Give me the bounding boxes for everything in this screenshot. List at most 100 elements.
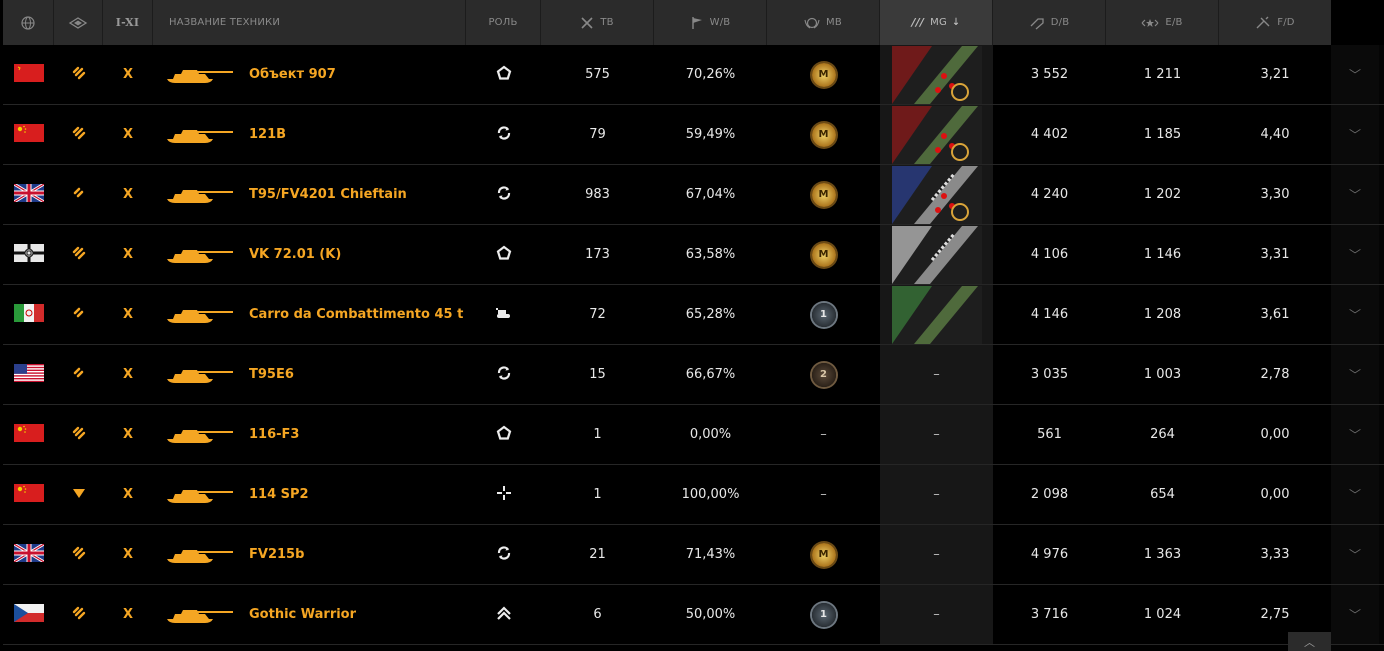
expand-row-button[interactable]: ﹀: [1331, 45, 1379, 104]
tier-column-header[interactable]: I-XI: [103, 0, 153, 45]
vehicle-name[interactable]: Gothic Warrior: [249, 607, 356, 622]
expand-row-button[interactable]: ﹀: [1331, 285, 1379, 344]
tank-silhouette-icon: [165, 605, 249, 625]
tier-cell: X: [122, 367, 134, 382]
nation-cell: [3, 345, 54, 404]
battles-cell: 79: [589, 127, 606, 142]
role-column-header[interactable]: РОЛЬ: [466, 0, 541, 45]
mg-empty: –: [933, 427, 940, 442]
chevron-down-icon: ﹀: [1348, 368, 1361, 382]
role-cell: [466, 45, 541, 104]
winrate-column-header[interactable]: W/B: [654, 0, 767, 45]
expand-row-button[interactable]: ﹀: [1331, 105, 1379, 164]
marks-of-gun-cell: –: [880, 345, 993, 404]
exp-cell: 264: [1150, 427, 1175, 442]
role-cell: [466, 225, 541, 284]
vehicle-name[interactable]: 116-F3: [249, 427, 299, 442]
vehicle-name[interactable]: 121B: [249, 127, 286, 142]
italy-flag-icon: [13, 303, 44, 326]
marks-of-gun-image: [891, 105, 982, 164]
pentagon-role-icon: [496, 425, 512, 445]
nation-column-header[interactable]: [3, 0, 54, 45]
damage-cell: 4 402: [1030, 127, 1069, 142]
exp-cell: 1 202: [1143, 187, 1182, 202]
expand-row-button[interactable]: ﹀: [1331, 465, 1379, 524]
table-row[interactable]: X Объект 907 575 70,26% M 3 552 1 211 3,21 ﹀: [3, 45, 1384, 105]
tank-silhouette-icon: [165, 125, 249, 145]
tank-silhouette-icon: [165, 485, 249, 505]
table-row[interactable]: X 114 SP2 1 100,00% – – 2 098 654 0,00 ﹀: [3, 465, 1384, 525]
table-row[interactable]: X FV215b 21 71,43% M – 4 976 1 363 3,33 ﹀: [3, 525, 1384, 585]
vehicle-name-cell[interactable]: Объект 907: [153, 45, 466, 104]
tank-silhouette-icon: [165, 65, 249, 85]
chevron-down-icon: ﹀: [1348, 488, 1361, 502]
name-column-header[interactable]: НАЗВАНИЕ ТЕХНИКИ: [153, 0, 466, 45]
frags-header-label: F/D: [1277, 17, 1295, 28]
table-row[interactable]: X Gothic Warrior 6 50,00% 1–3 716 1 024 2,75 ﹀: [3, 585, 1384, 645]
vehicle-name-cell[interactable]: Carro da Combattimento 45 t: [153, 285, 466, 344]
medium-tank-icon: [71, 185, 87, 205]
expand-row-button[interactable]: ﹀: [1331, 405, 1379, 464]
table-row[interactable]: X T95E6 15 66,67% 2 – 3 035 1 003 2,78 ﹀: [3, 345, 1384, 405]
vehicle-name[interactable]: 114 SP2: [249, 487, 309, 502]
exp-column-header[interactable]: E/B: [1106, 0, 1219, 45]
mastery-cell: M: [767, 105, 880, 164]
vehicle-name[interactable]: Carro da Combattimento 45 t: [249, 307, 463, 322]
expand-row-button[interactable]: ﹀: [1331, 165, 1379, 224]
exp-cell: 1 003: [1143, 367, 1182, 382]
vehicle-name-cell[interactable]: 121B: [153, 105, 466, 164]
expand-row-button[interactable]: ﹀: [1331, 345, 1379, 404]
uk-flag-icon: [12, 182, 45, 206]
vehicle-name-cell[interactable]: VK 72.01 (K): [153, 225, 466, 284]
marks-of-gun-image: [891, 165, 982, 224]
type-cell: [54, 465, 103, 524]
vehicle-name-cell[interactable]: FV215b: [153, 525, 466, 584]
exp-cell: 1 185: [1143, 127, 1182, 142]
mg-header-label: MG: [930, 17, 947, 28]
mastery-cell: –: [767, 405, 880, 464]
frags-cell: 2,78: [1260, 367, 1290, 382]
mastery-cell: 1: [767, 285, 880, 344]
winrate-cell: 59,49%: [685, 127, 736, 142]
battles-cell: 575: [585, 67, 610, 82]
scroll-to-top-button[interactable]: ︿: [1288, 632, 1331, 651]
frags-column-header[interactable]: F/D: [1219, 0, 1331, 45]
marks-of-gun-image: [891, 285, 982, 344]
mastery-header-label: MB: [826, 17, 842, 28]
vehicle-name[interactable]: Объект 907: [249, 67, 336, 82]
vehicle-name-cell[interactable]: 116-F3: [153, 405, 466, 464]
mastery-cell: M: [767, 165, 880, 224]
mastery-column-header[interactable]: MB: [767, 0, 880, 45]
vehicle-name-cell[interactable]: Gothic Warrior: [153, 585, 466, 644]
vehicle-name[interactable]: FV215b: [249, 547, 304, 562]
battles-cell: 983: [585, 187, 610, 202]
table-row[interactable]: X VK 72.01 (K) 173 63,58% M 4 106 1 146 3,31 ﹀: [3, 225, 1384, 285]
table-row[interactable]: X T95/FV4201 Chieftain 983 67,04% M 4 240 1 20…: [3, 165, 1384, 225]
china-flag-icon: [13, 423, 44, 446]
vehicle-name-cell[interactable]: T95/FV4201 Chieftain: [153, 165, 466, 224]
type-column-header[interactable]: [54, 0, 103, 45]
mastery-cell: –: [767, 465, 880, 524]
expand-row-button[interactable]: ﹀: [1331, 225, 1379, 284]
type-cell: [54, 345, 103, 404]
vehicle-name-cell[interactable]: T95E6: [153, 345, 466, 404]
vehicle-name[interactable]: T95/FV4201 Chieftain: [249, 187, 407, 202]
damage-cell: 3 552: [1030, 67, 1069, 82]
nation-cell: [3, 405, 54, 464]
nation-cell: [3, 165, 54, 224]
expand-row-button[interactable]: ﹀: [1331, 525, 1379, 584]
vehicle-name[interactable]: VK 72.01 (K): [249, 247, 341, 262]
vehicle-name-cell[interactable]: 114 SP2: [153, 465, 466, 524]
table-row[interactable]: X Carro da Combattimento 45 t 72 65,28% 1 4 1…: [3, 285, 1384, 345]
table-row[interactable]: X 121B 79 59,49% M 4 402 1 185 4,40 ﹀: [3, 105, 1384, 165]
mg-column-header-sorted[interactable]: /// MG ↓: [880, 0, 993, 45]
vehicle-name[interactable]: T95E6: [249, 367, 294, 382]
spg-icon: [72, 487, 86, 503]
winrate-cell: 71,43%: [685, 547, 736, 562]
damage-column-header[interactable]: D/B: [993, 0, 1106, 45]
table-row[interactable]: X 116-F3 1 0,00% – – 561 264 0,00 ﹀: [3, 405, 1384, 465]
battles-column-header[interactable]: ТВ: [541, 0, 654, 45]
expand-row-button[interactable]: ﹀: [1331, 585, 1379, 644]
nation-cell: [3, 225, 54, 284]
chevron-down-icon: ﹀: [1348, 248, 1361, 262]
